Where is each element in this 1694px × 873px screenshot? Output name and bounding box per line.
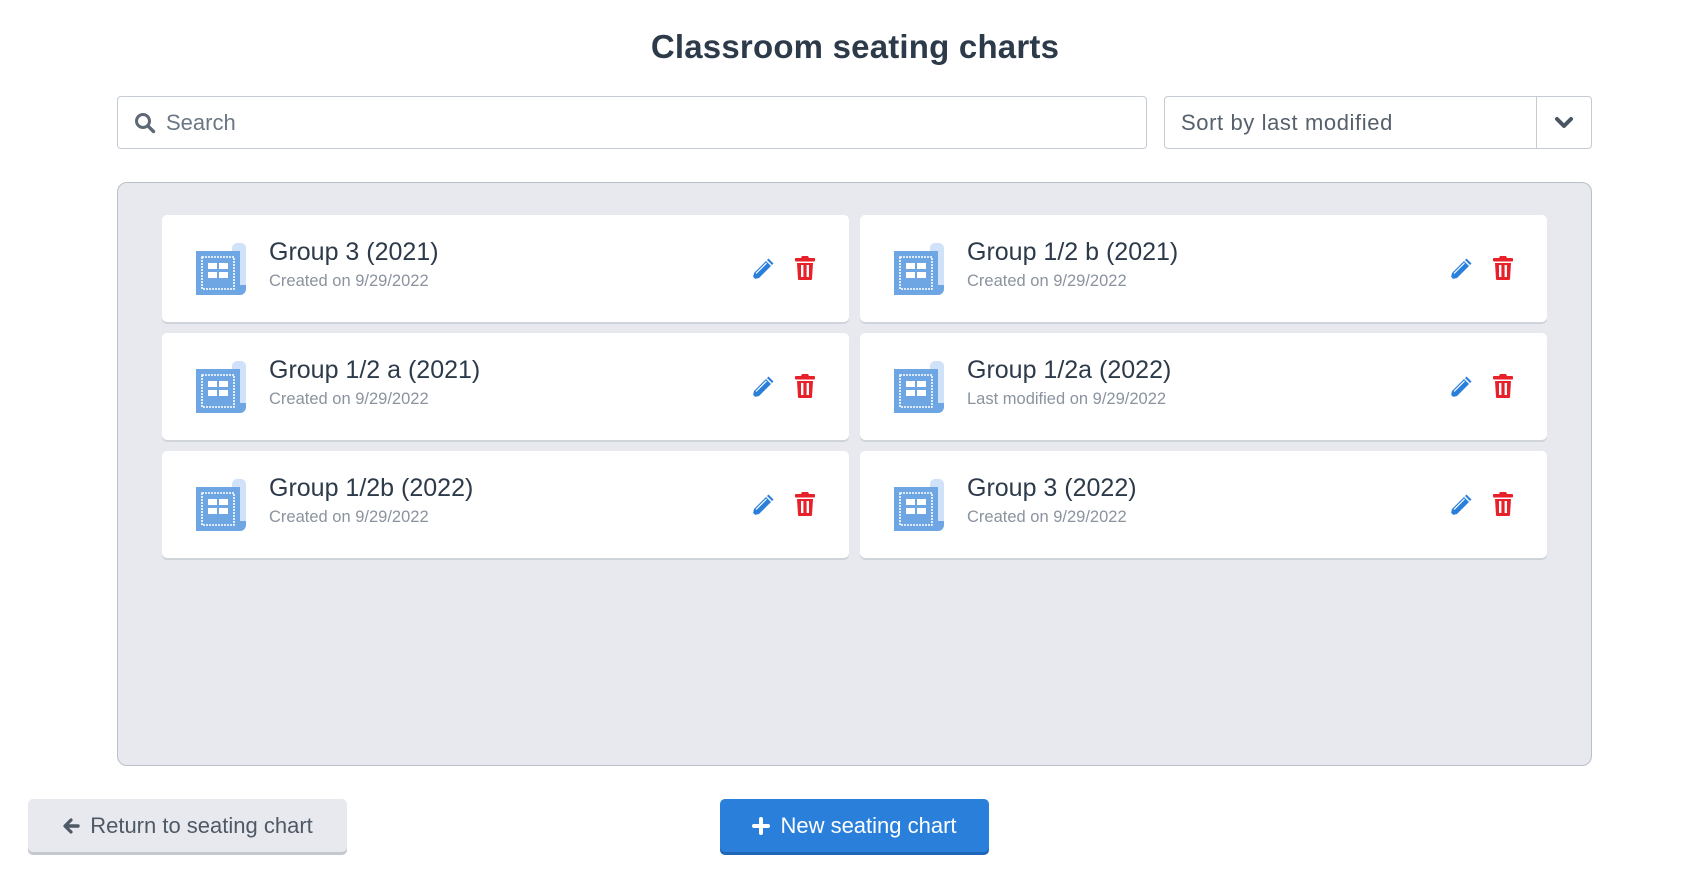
card-text: Group 1/2 b (2021) Created on 9/29/2022 <box>967 235 1178 293</box>
chart-date: Last modified on 9/29/2022 <box>967 390 1167 408</box>
return-to-seating-chart-button[interactable]: Return to seating chart <box>28 799 347 852</box>
trash-icon <box>795 374 815 398</box>
new-button-label: New seating chart <box>780 812 957 838</box>
pencil-icon <box>752 376 774 398</box>
edit-button[interactable] <box>750 256 776 282</box>
edit-button[interactable] <box>750 374 776 400</box>
sort-dropdown[interactable]: Sort by last modified <box>1164 96 1592 149</box>
seating-chart-card[interactable]: Group 1/2 a (2021) Created on 9/29/2022 <box>162 333 849 440</box>
edit-button[interactable] <box>1448 374 1474 400</box>
pencil-icon <box>1450 376 1472 398</box>
arrow-left-icon <box>62 817 80 835</box>
chart-title: Group 1/2 a (2021) <box>269 356 481 384</box>
pencil-icon <box>752 258 774 280</box>
delete-button[interactable] <box>1492 491 1514 517</box>
sort-dropdown-toggle[interactable] <box>1536 97 1591 148</box>
chart-title: Group 3 (2022) <box>967 474 1137 502</box>
seating-chart-card[interactable]: Group 1/2 b (2021) Created on 9/29/2022 <box>860 215 1547 322</box>
delete-button[interactable] <box>1492 255 1514 281</box>
chart-date: Created on 9/29/2022 <box>269 508 429 526</box>
page-title: Classroom seating charts <box>650 28 1060 65</box>
chart-title: Group 1/2a (2022) <box>967 356 1172 384</box>
chart-date: Created on 9/29/2022 <box>269 272 429 290</box>
chart-title: Group 1/2b (2022) <box>269 474 474 502</box>
pencil-icon <box>1450 258 1472 280</box>
card-text: Group 3 (2021) Created on 9/29/2022 <box>269 235 439 293</box>
trash-icon <box>1493 492 1513 516</box>
chart-date: Created on 9/29/2022 <box>967 508 1127 526</box>
chart-title: Group 3 (2021) <box>269 238 439 266</box>
seating-chart-icon <box>892 359 948 415</box>
chart-date: Created on 9/29/2022 <box>269 390 429 408</box>
seating-chart-card[interactable]: Group 1/2a (2022) Last modified on 9/29/… <box>860 333 1547 440</box>
delete-button[interactable] <box>794 255 816 281</box>
search-box[interactable] <box>117 96 1147 149</box>
pencil-icon <box>1450 494 1472 516</box>
seating-chart-card[interactable]: Group 1/2b (2022) Created on 9/29/2022 <box>162 451 849 558</box>
edit-button[interactable] <box>750 492 776 518</box>
new-seating-chart-button[interactable]: New seating chart <box>720 799 989 852</box>
trash-icon <box>1493 374 1513 398</box>
seating-chart-card[interactable]: Group 3 (2022) Created on 9/29/2022 <box>860 451 1547 558</box>
sort-selected-value: Sort by last modified <box>1181 109 1393 135</box>
seating-chart-list: Group 3 (2021) Created on 9/29/2022 Grou… <box>117 182 1592 766</box>
seating-chart-icon <box>892 241 948 297</box>
search-icon <box>134 112 156 134</box>
search-input[interactable] <box>166 97 1146 148</box>
delete-button[interactable] <box>1492 373 1514 399</box>
seating-chart-icon <box>194 477 250 533</box>
edit-button[interactable] <box>1448 256 1474 282</box>
chart-date: Created on 9/29/2022 <box>967 272 1127 290</box>
pencil-icon <box>752 494 774 516</box>
trash-icon <box>795 492 815 516</box>
delete-button[interactable] <box>794 491 816 517</box>
edit-button[interactable] <box>1448 492 1474 518</box>
return-button-label: Return to seating chart <box>90 812 313 838</box>
trash-icon <box>795 256 815 280</box>
seating-chart-icon <box>194 359 250 415</box>
card-text: Group 3 (2022) Created on 9/29/2022 <box>967 471 1137 529</box>
seating-chart-icon <box>194 241 250 297</box>
seating-chart-card[interactable]: Group 3 (2021) Created on 9/29/2022 <box>162 215 849 322</box>
seating-chart-icon <box>892 477 948 533</box>
chart-title: Group 1/2 b (2021) <box>967 238 1179 266</box>
card-text: Group 1/2a (2022) Last modified on 9/29/… <box>967 353 1171 411</box>
card-text: Group 1/2 a (2021) Created on 9/29/2022 <box>269 353 480 411</box>
trash-icon <box>1493 256 1513 280</box>
card-text: Group 1/2b (2022) Created on 9/29/2022 <box>269 471 473 529</box>
chevron-down-icon <box>1555 116 1573 128</box>
plus-icon <box>752 816 771 835</box>
delete-button[interactable] <box>794 373 816 399</box>
